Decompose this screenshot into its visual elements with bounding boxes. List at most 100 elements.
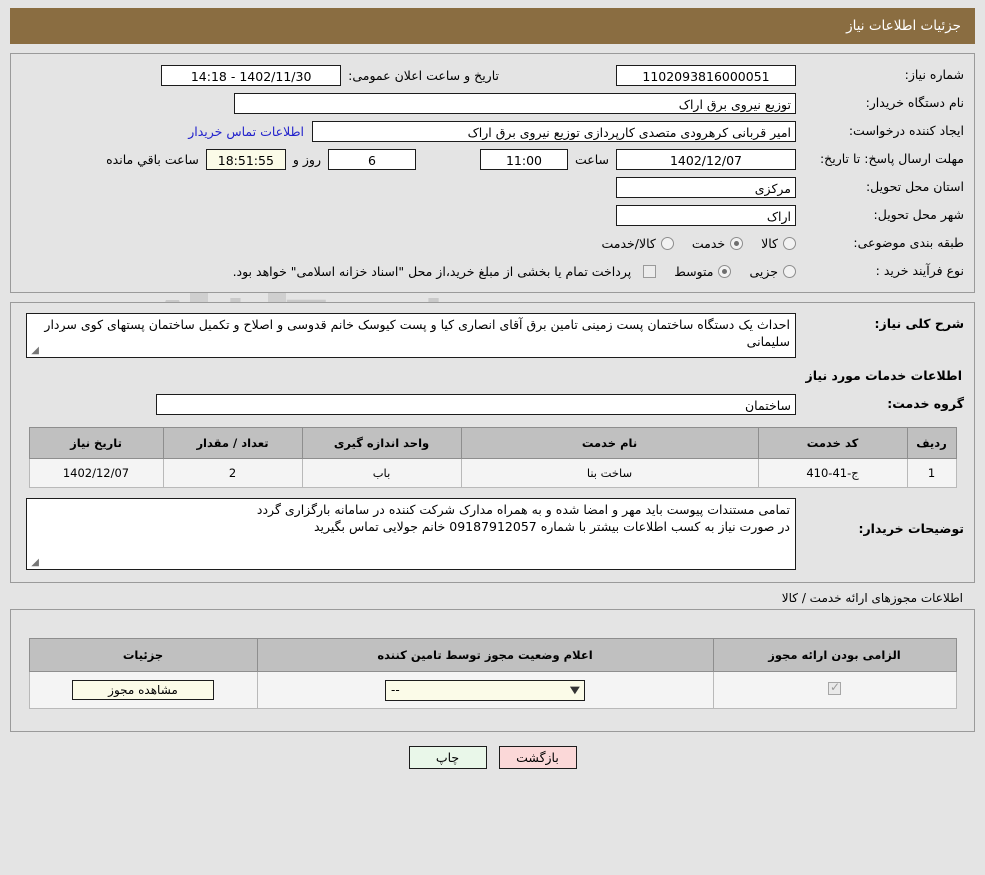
deadline-date-input[interactable]: 1402/12/07 xyxy=(616,148,796,170)
buyer-contact-link[interactable]: اطلاعات تماس خریدار xyxy=(180,124,312,139)
permit-required-checkbox xyxy=(828,680,841,695)
row-creator: ایجاد کننده درخواست: امیر قربانی کرهرودی… xyxy=(11,118,974,144)
province-input[interactable]: مرکزی xyxy=(616,176,796,198)
page-title-bar: جزئیات اطلاعات نیاز xyxy=(10,8,975,44)
services-table: ردیف کد خدمت نام خدمت واحد اندازه گیری ت… xyxy=(28,427,957,488)
hour-label: ساعت xyxy=(574,151,609,167)
need-number-input[interactable]: 1102093816000051 xyxy=(616,64,796,86)
page-title: جزئیات اطلاعات نیاز xyxy=(846,18,961,34)
cell-permit-detail: مشاهده مجوز xyxy=(28,671,258,709)
services-table-header-row: ردیف کد خدمت نام خدمت واحد اندازه گیری ت… xyxy=(28,427,957,459)
cell-permit-status: ▼ -- xyxy=(256,671,714,709)
services-table-wrap: ردیف کد خدمت نام خدمت واحد اندازه گیری ت… xyxy=(11,427,974,488)
description-text: احداث یک دستگاه ساختمان پست زمینی تامین … xyxy=(44,317,790,349)
col-name: نام خدمت xyxy=(460,427,759,459)
service-group-label: گروه خدمت: xyxy=(887,396,964,411)
radio-label-khedmat: خدمت xyxy=(691,235,726,251)
row-category: طبقه بندی موضوعی: کالا خدمت کالا/خدمت xyxy=(11,230,974,256)
permit-status-value: -- xyxy=(391,682,400,697)
description-textarea[interactable]: احداث یک دستگاه ساختمان پست زمینی تامین … xyxy=(26,313,796,358)
radio-category-kala-khedmat[interactable]: کالا/خدمت xyxy=(601,235,674,251)
col-code: کد خدمت xyxy=(757,427,908,459)
announce-datetime-input[interactable]: 1402/11/30 - 14:18 xyxy=(161,64,342,86)
radio-dot-kala[interactable] xyxy=(783,236,796,250)
process-label: نوع فرآیند خرید : xyxy=(875,263,964,278)
radio-dot-motavaset[interactable] xyxy=(718,264,732,278)
buyer-notes-label: توضیحات خریدار: xyxy=(858,521,964,536)
buyer-org-label: نام دستگاه خریدار: xyxy=(865,95,964,110)
services-panel: شرح کلی نیاز: احداث یک دستگاه ساختمان پس… xyxy=(10,302,975,583)
row-city: شهر محل تحویل: اراک xyxy=(11,202,974,228)
province-label: استان محل تحویل: xyxy=(865,179,964,194)
remaining-label: ساعت باقي مانده xyxy=(106,151,199,167)
cell-unit: باب xyxy=(301,458,462,488)
permit-status-select[interactable]: ▼ -- xyxy=(385,679,585,701)
radio-category-kala[interactable]: کالا xyxy=(761,236,796,251)
remaining-days-input[interactable]: 6 xyxy=(327,148,416,170)
row-service-group: گروه خدمت: ساختمان xyxy=(11,391,974,417)
city-input[interactable]: اراک xyxy=(616,204,796,226)
service-group-input[interactable]: ساختمان xyxy=(156,393,796,415)
col-permit-required: الزامی بودن ارائه مجوز xyxy=(712,638,957,672)
buyer-notes-textarea[interactable]: تمامی مستندات پیوست باید مهر و امضا شده … xyxy=(26,498,796,570)
radio-category-khedmat[interactable]: خدمت xyxy=(691,235,744,251)
radio-dot-khedmat[interactable] xyxy=(730,236,744,250)
resize-grip-icon-2[interactable]: ◢ xyxy=(29,558,39,568)
announce-label: تاریخ و ساعت اعلان عمومی: xyxy=(348,67,499,83)
back-button[interactable]: بازگشت xyxy=(498,746,577,769)
treasury-note: پرداخت تمام یا بخشی از مبلغ خرید،از محل … xyxy=(232,263,632,279)
view-permit-button[interactable]: مشاهده مجوز xyxy=(72,680,214,700)
col-need-date: تاریخ نیاز xyxy=(28,427,164,459)
print-button[interactable]: چاپ xyxy=(408,746,487,769)
cell-radif: 1 xyxy=(906,458,957,488)
row-province: استان محل تحویل: مرکزی xyxy=(11,174,974,200)
radio-label-kala: کالا xyxy=(761,235,778,251)
radio-label-kala-khedmat: کالا/خدمت xyxy=(601,235,656,251)
col-permit-detail: جزئیات xyxy=(28,638,258,672)
need-info-panel: شماره نیاز: 1102093816000051 تاریخ و ساع… xyxy=(10,53,975,293)
creator-input[interactable]: امیر قربانی کرهرودی متصدی کارپردازی توزی… xyxy=(312,120,796,142)
col-radif: ردیف xyxy=(906,427,957,459)
permits-header-row: الزامی بودن ارائه مجوز اعلام وضعیت مجوز … xyxy=(28,638,957,672)
cell-need-date: 1402/12/07 xyxy=(28,458,164,488)
col-unit: واحد اندازه گیری xyxy=(301,427,462,459)
permits-section-title: اطلاعات مجوزهای ارائه خدمت / کالا xyxy=(781,591,963,605)
creator-label: ایجاد کننده درخواست: xyxy=(848,123,964,138)
row-buyer-org: نام دستگاه خریدار: توزیع نیروی برق اراک xyxy=(11,90,974,116)
cell-quantity: 2 xyxy=(162,458,303,488)
category-label: طبقه بندی موضوعی: xyxy=(853,235,964,250)
permits-panel: الزامی بودن ارائه مجوز اعلام وضعیت مجوز … xyxy=(10,609,975,732)
radio-process-jozei[interactable]: جزیی xyxy=(749,264,796,279)
days-label: روز و xyxy=(292,151,321,167)
need-number-label: شماره نیاز: xyxy=(904,67,964,82)
row-process: نوع فرآیند خرید : جزیی متوسط پرداخت تمام… xyxy=(11,258,974,284)
col-permit-status: اعلام وضعیت مجوز توسط تامین کننده xyxy=(256,638,714,672)
page-root: جزئیات اطلاعات نیاز شماره نیاز: 11020938… xyxy=(0,0,985,769)
cell-code: ج-41-410 xyxy=(757,458,908,488)
description-label: شرح کلی نیاز: xyxy=(874,316,964,331)
deadline-label: مهلت ارسال پاسخ: تا تاریخ: xyxy=(819,151,964,166)
buyer-org-input[interactable]: توزیع نیروی برق اراک xyxy=(234,92,796,114)
buyer-notes-line-1: تمامی مستندات پیوست باید مهر و امضا شده … xyxy=(256,502,790,517)
radio-label-motavaset: متوسط xyxy=(674,263,714,279)
row-need-number: شماره نیاز: 1102093816000051 تاریخ و ساع… xyxy=(11,62,974,88)
permits-table: الزامی بودن ارائه مجوز اعلام وضعیت مجوز … xyxy=(28,638,957,709)
cell-name: ساخت بنا xyxy=(460,458,759,488)
footer-button-bar: بازگشت چاپ xyxy=(10,746,975,769)
resize-grip-icon[interactable]: ◢ xyxy=(29,346,39,356)
table-row: 1 ج-41-410 ساخت بنا باب 2 1402/12/07 xyxy=(28,458,957,488)
radio-dot-kala-khedmat[interactable] xyxy=(660,236,674,250)
permits-table-wrap: الزامی بودن ارائه مجوز اعلام وضعیت مجوز … xyxy=(11,638,974,709)
row-deadline: مهلت ارسال پاسخ: تا تاریخ: 1402/12/07 سا… xyxy=(11,146,974,172)
table-row: ▼ -- مشاهده مجوز xyxy=(28,671,957,709)
col-quantity: تعداد / مقدار xyxy=(162,427,303,459)
radio-dot-jozei[interactable] xyxy=(783,264,796,278)
buyer-notes-line-2: در صورت نیاز به کسب اطلاعات بیشتر با شما… xyxy=(313,519,790,534)
city-label: شهر محل تحویل: xyxy=(873,207,964,222)
remaining-time-input[interactable]: 18:51:55 xyxy=(205,148,286,170)
radio-process-motavaset[interactable]: متوسط xyxy=(674,263,732,279)
deadline-time-input[interactable]: 11:00 xyxy=(479,148,568,170)
treasury-checkbox[interactable] xyxy=(643,264,657,278)
row-description: شرح کلی نیاز: احداث یک دستگاه ساختمان پس… xyxy=(11,313,974,358)
chevron-down-icon: ▼ xyxy=(570,684,581,696)
